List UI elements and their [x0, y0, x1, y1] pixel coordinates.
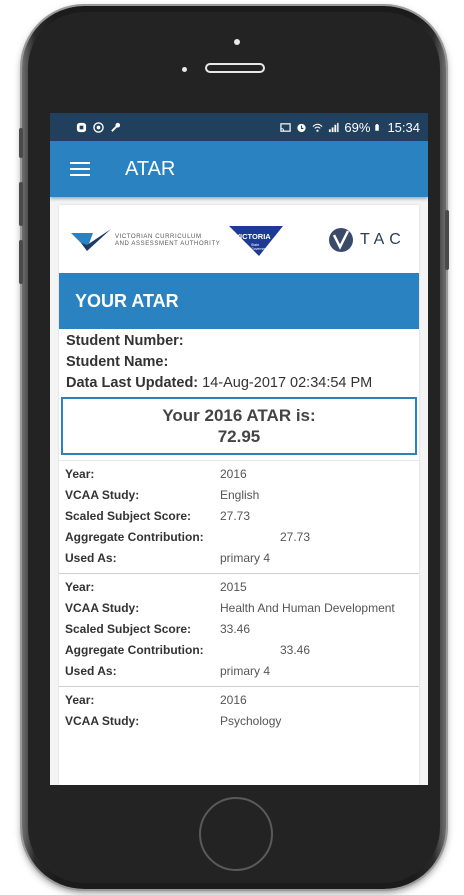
volume-button-lower — [19, 240, 23, 284]
year-label: Year: — [65, 693, 95, 707]
earpiece-speaker — [205, 63, 265, 73]
victoria-wordmark: VICTORIA — [235, 232, 271, 241]
wrench-icon — [111, 122, 121, 132]
home-button[interactable] — [199, 797, 273, 871]
aggregate-label: Aggregate Contribution: — [65, 643, 204, 657]
phone-screen: 69% 15:34 ATAR VICTORIAN CURRICULUM AND … — [50, 113, 428, 785]
app-bar: ATAR — [50, 141, 428, 197]
signal-icon — [329, 122, 339, 132]
aggregate-label: Aggregate Contribution: — [65, 530, 204, 544]
atar-card: VICTORIAN CURRICULUM AND ASSESSMENT AUTH… — [59, 205, 419, 785]
student-number-label: Student Number: — [66, 333, 184, 349]
scaled-score-label: Scaled Subject Score: — [65, 509, 192, 523]
tac-emblem-icon — [329, 228, 353, 252]
study-label: VCAA Study: — [65, 714, 140, 728]
study-label: VCAA Study: — [65, 488, 140, 502]
aggregate-value: 27.73 — [280, 530, 311, 544]
cast-icon — [280, 122, 292, 132]
atar-result-box: Your 2016 ATAR is: 72.95 — [61, 397, 417, 455]
scaled-score-value: 33.46 — [220, 622, 251, 636]
vcaa-line2: AND ASSESSMENT AUTHORITY — [115, 241, 221, 247]
used-as-label: Used As: — [65, 664, 117, 678]
year-value: 2016 — [220, 467, 247, 481]
alarm-icon — [297, 123, 307, 132]
used-as-label: Used As: — [65, 551, 117, 565]
used-as-value: primary 4 — [220, 664, 271, 678]
notification-icon — [76, 122, 87, 132]
tac-logo: TAC — [328, 227, 406, 253]
year-value: 2016 — [220, 693, 247, 707]
menu-icon[interactable] — [70, 162, 90, 176]
study-value: Psychology — [220, 714, 282, 728]
vcaa-logo: VICTORIAN CURRICULUM AND ASSESSMENT AUTH… — [71, 229, 220, 253]
student-info: Student Number: Student Name: Data Last … — [59, 329, 419, 394]
volume-down-button — [19, 182, 23, 226]
last-updated-label: Data Last Updated: — [66, 375, 199, 391]
study-value: Health And Human Development — [220, 601, 395, 615]
app-title: ATAR — [125, 157, 176, 180]
subject-entry: Year: 2015 VCAA Study: Health And Human De… — [59, 573, 419, 686]
scaled-score-value: 27.73 — [220, 509, 251, 523]
study-value: English — [220, 488, 260, 502]
status-bar: 69% 15:34 — [50, 113, 428, 141]
victoria-logo: VICTORIA State Government — [229, 224, 283, 263]
target-icon — [93, 121, 104, 133]
front-camera — [234, 39, 240, 45]
vcaa-tick-icon — [71, 229, 111, 251]
content-area[interactable]: VICTORIAN CURRICULUM AND ASSESSMENT AUTH… — [50, 197, 428, 785]
last-updated-value: 14-Aug-2017 02:34:54 PM — [202, 375, 373, 391]
battery-percent: 69% — [344, 119, 371, 135]
wifi-icon — [312, 123, 323, 132]
study-label: VCAA Study: — [65, 601, 140, 615]
clock: 15:34 — [387, 119, 420, 135]
logo-strip: VICTORIAN CURRICULUM AND ASSESSMENT AUTH… — [59, 205, 419, 273]
subject-list[interactable]: Year: 2016 VCAA Study: English Scaled Subj… — [59, 460, 419, 736]
subject-entry: Year: 2016 VCAA Study: English Scaled Subj… — [59, 460, 419, 573]
year-value: 2015 — [220, 580, 247, 594]
battery-icon — [375, 123, 380, 131]
used-as-value: primary 4 — [220, 551, 271, 565]
scaled-score-label: Scaled Subject Score: — [65, 622, 192, 636]
vcaa-line1: VICTORIAN CURRICULUM — [115, 234, 202, 240]
year-label: Year: — [65, 467, 95, 481]
aggregate-value: 33.46 — [280, 643, 311, 657]
proximity-sensor — [182, 67, 187, 72]
tac-wordmark: TAC — [360, 231, 406, 248]
subject-entry: Year: 2016 VCAA Study: Psychology — [59, 686, 419, 736]
atar-value: 72.95 — [217, 427, 261, 446]
volume-up-button — [19, 128, 23, 158]
power-button — [445, 210, 449, 270]
student-name-label: Student Name: — [66, 354, 169, 370]
year-label: Year: — [65, 580, 95, 594]
victoria-sub2: Government — [251, 247, 270, 251]
atar-heading: Your 2016 ATAR is: — [162, 406, 316, 425]
section-title: YOUR ATAR — [59, 273, 419, 329]
